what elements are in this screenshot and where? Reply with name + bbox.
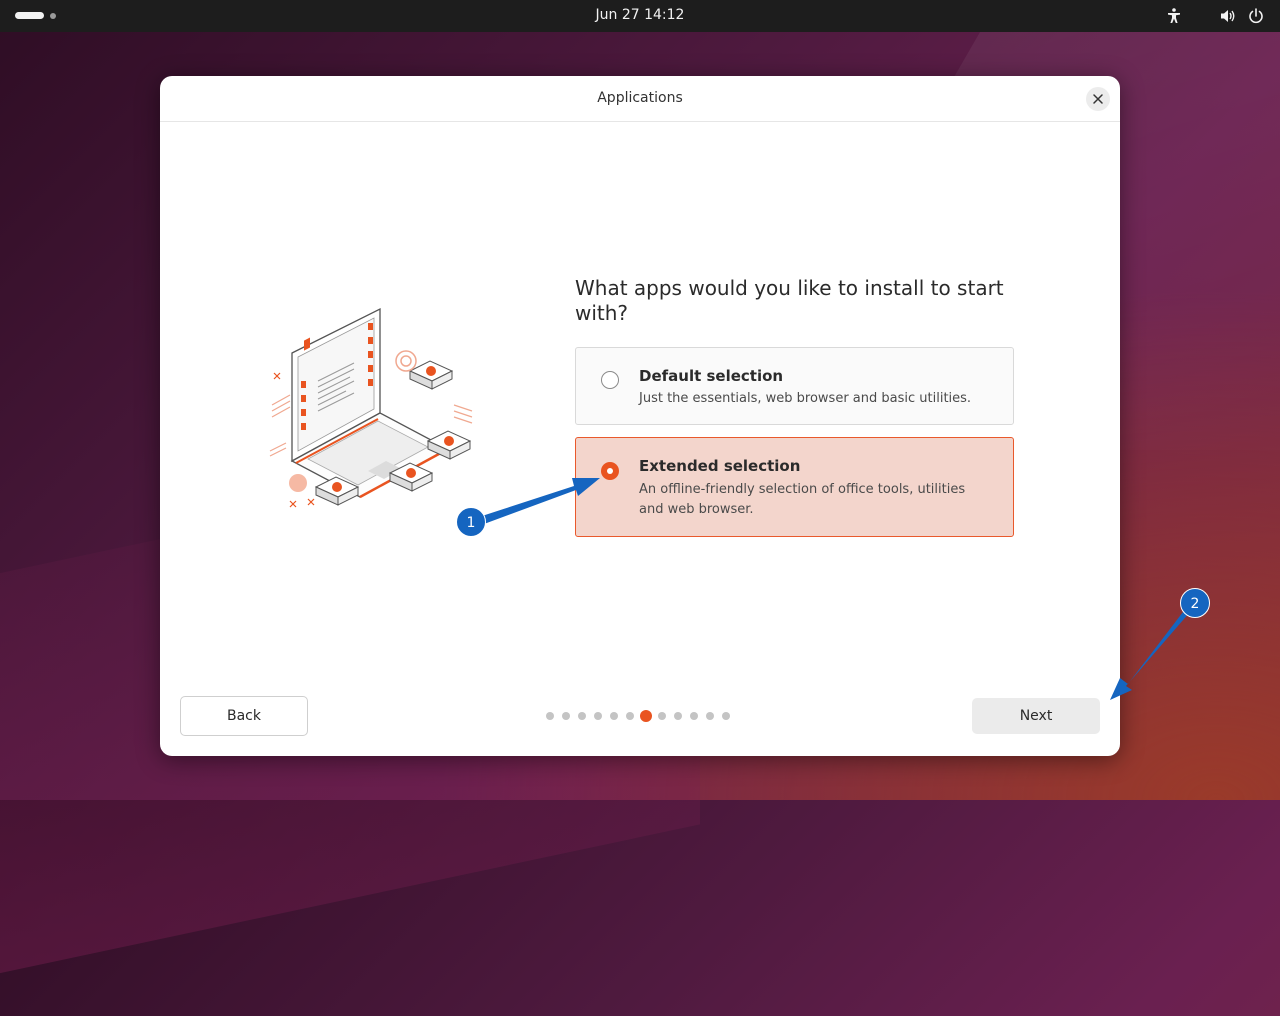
top-bar: Jun 27 14:12 [0, 0, 1280, 32]
default-selection-radio[interactable] [601, 371, 619, 389]
annotation-badge-2: 2 [1180, 588, 1210, 618]
option-description: An offline-friendly selection of office … [639, 482, 966, 517]
volume-icon[interactable] [1219, 7, 1237, 25]
extended-selection-option[interactable]: Extended selection An offline-friendly s… [575, 437, 1014, 537]
next-button[interactable]: Next [972, 698, 1100, 734]
applications-dialog: Applications What apps would you like to… [160, 76, 1120, 756]
back-button[interactable]: Back [180, 696, 308, 736]
page-dot [706, 712, 714, 720]
page-dot [674, 712, 682, 720]
page-dot [610, 712, 618, 720]
arrow-2 [1110, 608, 1190, 700]
page-dot [722, 712, 730, 720]
laptop-apps-illustration [269, 307, 473, 508]
page-indicator [546, 710, 738, 722]
page-dot [626, 712, 634, 720]
clock[interactable]: Jun 27 14:12 [0, 0, 1280, 32]
page-dot-active [640, 710, 652, 722]
power-icon[interactable] [1247, 7, 1265, 25]
workspace-indicator-active[interactable] [15, 12, 44, 19]
question-heading: What apps would you like to install to s… [575, 276, 1004, 325]
page-dot [658, 712, 666, 720]
dialog-titlebar: Applications [160, 76, 1120, 122]
page-dot [546, 712, 554, 720]
page-dot [578, 712, 586, 720]
option-title: Extended selection [639, 457, 801, 475]
default-selection-option[interactable]: Default selection Just the essentials, w… [575, 347, 1014, 425]
accessibility-icon[interactable] [1165, 7, 1183, 25]
close-icon [1093, 94, 1103, 104]
extended-selection-radio[interactable] [601, 462, 619, 480]
option-description: Just the essentials, web browser and bas… [639, 391, 972, 406]
page-dot [594, 712, 602, 720]
close-button[interactable] [1086, 87, 1110, 111]
page-dot [562, 712, 570, 720]
page-dot [690, 712, 698, 720]
dialog-title: Applications [597, 90, 683, 106]
annotation-badge-1: 1 [456, 507, 486, 537]
workspace-indicator[interactable] [50, 13, 56, 19]
option-title: Default selection [639, 367, 784, 385]
